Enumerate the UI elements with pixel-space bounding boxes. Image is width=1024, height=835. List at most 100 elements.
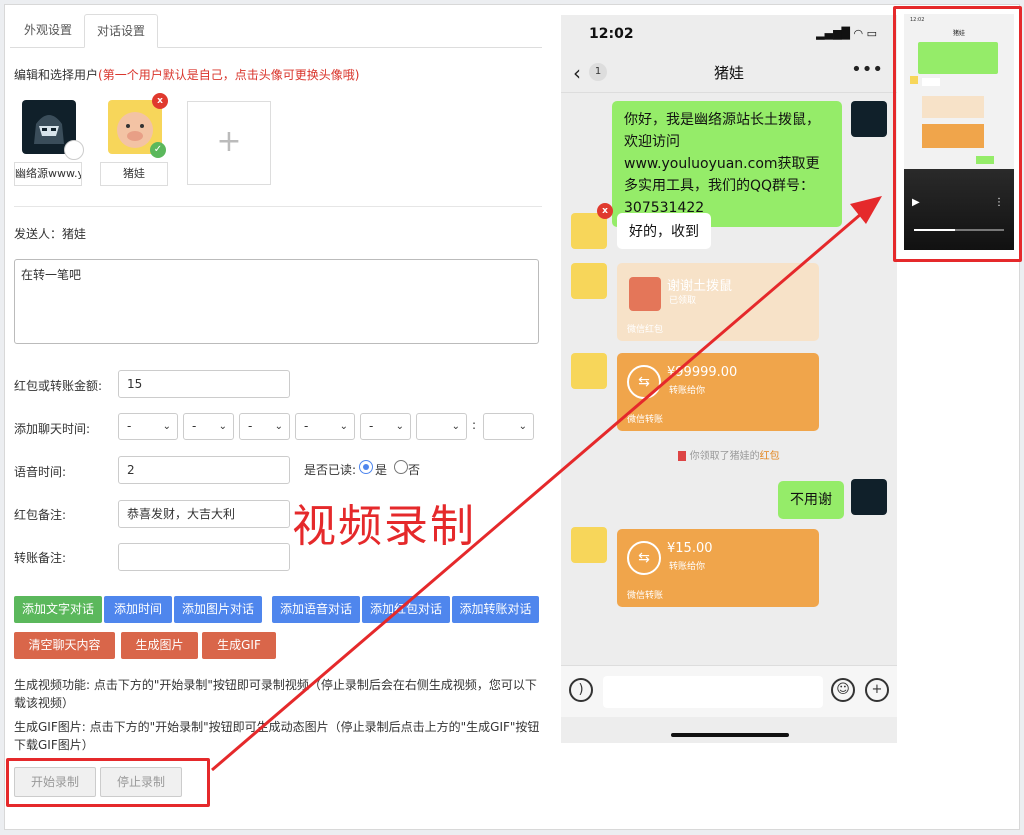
add-image-button[interactable]: 添加图片对话 — [174, 596, 262, 623]
add-text-button[interactable]: 添加文字对话 — [14, 596, 102, 623]
chat-input[interactable] — [603, 676, 823, 708]
transfer-icon: ⇆ — [627, 541, 661, 575]
transfer-status: 转账给你 — [669, 562, 706, 572]
period-select[interactable]: - ⌄ — [360, 413, 411, 440]
video-description: 生成视频功能: 点击下方的"开始录制"按钮即可录制视频（停止录制后会在右侧生成视… — [14, 678, 537, 710]
more-icon[interactable]: ••• — [851, 59, 883, 80]
emoji-icon[interactable]: ☺ — [831, 678, 855, 702]
read-label: 是否已读: — [304, 463, 357, 477]
day-select[interactable]: - ⌄ — [239, 413, 290, 440]
generate-image-button[interactable]: 生成图片 — [121, 632, 198, 659]
avatar-hacker — [851, 479, 887, 515]
year-select-value: - — [127, 419, 132, 433]
transfer-note-input[interactable] — [118, 543, 290, 571]
time-colon: : — [472, 418, 477, 432]
chat-title: 猪娃 — [713, 64, 744, 82]
annotation-text: 视频录制 — [292, 501, 476, 552]
redpacket-note-input[interactable]: 恭喜发财，大吉大利 — [118, 500, 290, 528]
chevron-down-icon: ⌄ — [395, 421, 404, 432]
chat-input-bar: ) ☺ + — [561, 665, 897, 717]
chat-bubble-sent: 不用谢 — [778, 481, 844, 519]
redpacket-footer: 微信红包 — [627, 325, 664, 335]
add-user-button[interactable]: + — [187, 101, 271, 185]
user-card-2[interactable]: ✓ 猪娃 — [100, 100, 168, 186]
year-select[interactable]: - ⌄ — [118, 413, 178, 440]
system-message: 你领取了猪娃的红包 — [561, 447, 897, 462]
transfer-status: 转账给你 — [669, 386, 706, 396]
redpacket-note-label: 红包备注: — [14, 508, 67, 522]
voice-icon[interactable]: ) — [569, 678, 593, 702]
add-time-button[interactable]: 添加时间 — [104, 596, 172, 623]
chat-bubble-received: 好的，收到 — [617, 213, 711, 249]
chevron-down-icon: ⌄ — [162, 421, 171, 432]
minute-select[interactable]: ⌄ — [483, 413, 534, 440]
phone-preview: 12:02 ▂▄▆█ ◠ ▭ ‹ 1 猪娃 ••• 你好，我是幽络源站长土拨鼠，… — [561, 15, 897, 743]
read-yes-label: 是 — [375, 463, 388, 477]
read-no-radio[interactable] — [394, 460, 408, 474]
gif-description: 生成GIF图片: 点击下方的"开始录制"按钮即可生成动态图片（停止录制后点击上方… — [14, 720, 540, 752]
chat-bubble-sent: 你好，我是幽络源站长土拨鼠，欢迎访问www.youluoyuan.com获取更多… — [612, 101, 842, 227]
read-yes-radio[interactable] — [359, 460, 373, 474]
period-select-value: - — [369, 419, 374, 433]
clear-chat-button[interactable]: 清空聊天内容 — [14, 632, 115, 659]
hour-select[interactable]: ⌄ — [416, 413, 467, 440]
status-time: 12:02 — [589, 26, 634, 42]
delete-user-icon[interactable]: x — [152, 93, 168, 109]
delete-message-icon[interactable]: x — [597, 203, 613, 219]
redpacket-status: 已领取 — [669, 296, 697, 306]
avatar-hacker — [851, 101, 887, 137]
read-no-label: 否 — [408, 463, 421, 477]
add-redpacket-button[interactable]: 添加红包对话 — [362, 596, 450, 623]
weekday-select-value: - — [304, 419, 309, 433]
system-link: 红包 — [759, 451, 780, 462]
chevron-down-icon: ⌄ — [218, 421, 227, 432]
redpacket-small-icon — [678, 451, 687, 461]
month-select[interactable]: - ⌄ — [183, 413, 234, 440]
voice-label: 语音时间: — [14, 465, 67, 479]
hint-prefix: 编辑和选择用户 — [14, 68, 99, 82]
chevron-down-icon: ⌄ — [339, 421, 348, 432]
message-textarea[interactable]: 在转一笔吧 — [14, 259, 539, 344]
settings-tabs: 外观设置 对话设置 — [10, 14, 542, 48]
home-indicator — [671, 733, 789, 737]
redpacket-title: 谢谢土拨鼠 — [667, 279, 733, 294]
avatar-pig — [571, 353, 607, 389]
chat-header: ‹ 1 猪娃 ••• — [561, 55, 897, 93]
voice-input[interactable]: 2 — [118, 456, 290, 484]
time-label: 添加聊天时间: — [14, 422, 91, 436]
user-hint: 编辑和选择用户(第一个用户默认是自己，点击头像可更换头像哦) — [14, 66, 359, 83]
transfer-footer: 微信转账 — [627, 591, 664, 601]
transfer-message: ⇆ ¥99999.00 转账给你 微信转账 — [617, 353, 819, 431]
record-highlight-box — [6, 758, 210, 807]
avatar-pig — [571, 263, 607, 299]
chevron-down-icon: ⌄ — [274, 421, 283, 432]
redpacket-message: 谢谢土拨鼠 已领取 微信红包 — [617, 263, 819, 341]
redpacket-icon — [629, 277, 661, 311]
day-select-value: - — [248, 419, 253, 433]
preview-highlight-box — [893, 6, 1022, 262]
avatar-pig — [571, 527, 607, 563]
tab-appearance[interactable]: 外观设置 — [12, 14, 84, 48]
divider — [14, 206, 542, 207]
tab-dialog[interactable]: 对话设置 — [84, 14, 159, 48]
hint-note: (第一个用户默认是自己，点击头像可更换头像哦) — [98, 68, 360, 82]
transfer-icon: ⇆ — [627, 365, 661, 399]
user-card-1[interactable]: 幽络源www.yo — [14, 100, 84, 186]
plus-icon[interactable]: + — [865, 678, 889, 702]
amount-input[interactable]: 15 — [118, 370, 290, 398]
weekday-select[interactable]: - ⌄ — [295, 413, 355, 440]
select-circle-icon[interactable] — [64, 140, 84, 160]
signal-wifi-battery-icon: ▂▄▆█ ◠ ▭ — [816, 27, 877, 40]
transfer-amount: ¥15.00 — [667, 541, 713, 556]
month-select-value: - — [192, 419, 197, 433]
transfer-note-label: 转账备注: — [14, 551, 67, 565]
check-icon: ✓ — [150, 142, 166, 158]
status-bar: 12:02 ▂▄▆█ ◠ ▭ — [561, 15, 897, 53]
chevron-down-icon: ⌄ — [451, 421, 460, 432]
user-name-1: 幽络源www.yo — [14, 162, 82, 186]
system-text: 你领取了猪娃的 — [689, 451, 760, 462]
add-voice-button[interactable]: 添加语音对话 — [272, 596, 360, 623]
transfer-amount: ¥99999.00 — [667, 365, 738, 380]
add-transfer-button[interactable]: 添加转账对话 — [452, 596, 539, 623]
generate-gif-button[interactable]: 生成GIF — [202, 632, 276, 659]
